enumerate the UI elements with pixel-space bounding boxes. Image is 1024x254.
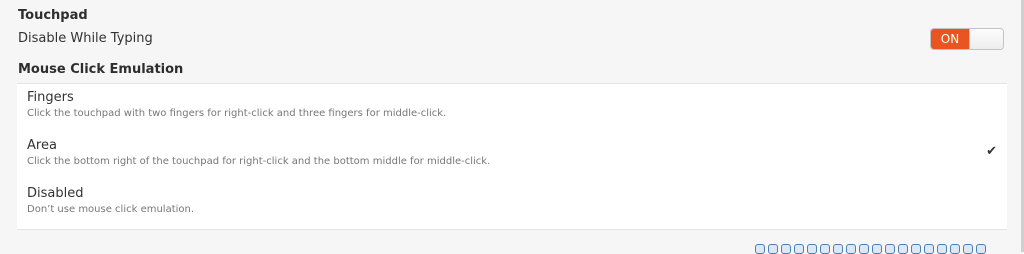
option-disabled[interactable]: Disabled Don’t use mouse click emulation… [17, 180, 1007, 228]
disable-while-typing-toggle[interactable]: ON [930, 28, 1004, 50]
disable-while-typing-label: Disable While Typing [18, 31, 153, 46]
tray-icon[interactable] [807, 244, 817, 254]
option-description: Click the bottom right of the touchpad f… [27, 156, 491, 167]
tray-icon[interactable] [794, 244, 804, 254]
tray-icon[interactable] [898, 244, 908, 254]
checkmark-icon: ✔ [986, 144, 997, 159]
system-tray [755, 244, 986, 254]
touchpad-section-title: Touchpad [18, 8, 88, 23]
tray-icon[interactable] [950, 244, 960, 254]
option-description: Click the touchpad with two fingers for … [27, 108, 447, 119]
option-area[interactable]: Area Click the bottom right of the touch… [17, 132, 1007, 180]
tray-icon[interactable] [872, 244, 882, 254]
tray-icon[interactable] [820, 244, 830, 254]
tray-icon[interactable] [768, 244, 778, 254]
tray-icon[interactable] [937, 244, 947, 254]
tray-icon[interactable] [781, 244, 791, 254]
tray-icon[interactable] [885, 244, 895, 254]
option-description: Don’t use mouse click emulation. [27, 204, 195, 215]
tray-icon[interactable] [833, 244, 843, 254]
tray-icon[interactable] [963, 244, 973, 254]
toggle-on-label: ON [931, 29, 969, 49]
option-name: Area [27, 138, 57, 153]
tray-icon[interactable] [924, 244, 934, 254]
click-emulation-list: Fingers Click the touchpad with two fing… [17, 83, 1007, 230]
tray-icon[interactable] [755, 244, 765, 254]
tray-icon[interactable] [911, 244, 921, 254]
option-fingers[interactable]: Fingers Click the touchpad with two fing… [17, 84, 1007, 132]
toggle-knob[interactable] [969, 29, 1003, 49]
option-name: Disabled [27, 186, 84, 201]
mouse-click-emulation-title: Mouse Click Emulation [18, 62, 184, 77]
tray-icon[interactable] [976, 244, 986, 254]
tray-icon[interactable] [859, 244, 869, 254]
option-name: Fingers [27, 90, 74, 105]
tray-icon[interactable] [846, 244, 856, 254]
